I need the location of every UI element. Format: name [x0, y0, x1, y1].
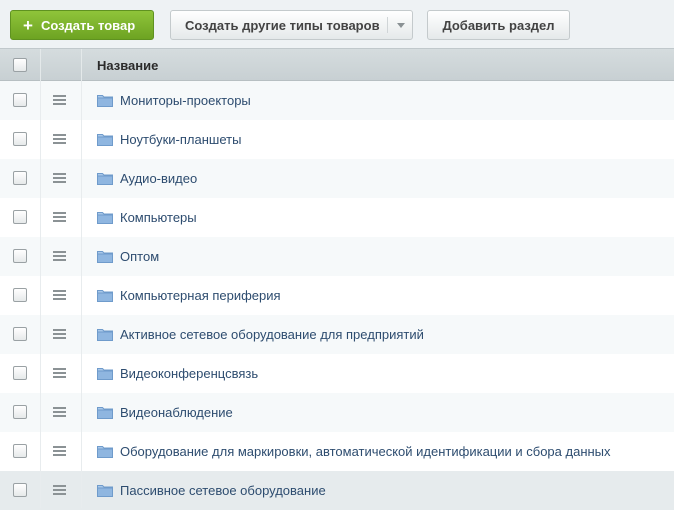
column-divider [40, 81, 41, 508]
drag-handle-icon[interactable] [53, 485, 66, 495]
folder-icon [97, 329, 113, 341]
section-link[interactable]: Оборудование для маркировки, автоматичес… [120, 444, 611, 459]
row-checkbox[interactable] [13, 93, 27, 107]
drag-handle-icon[interactable] [53, 290, 66, 300]
row-checkbox[interactable] [13, 249, 27, 263]
row-checkbox[interactable] [13, 405, 27, 419]
drag-handle-icon[interactable] [53, 173, 66, 183]
section-link[interactable]: Мониторы-проекторы [120, 93, 251, 108]
table-row[interactable]: Компьютерная периферия [0, 276, 674, 315]
column-divider [81, 81, 82, 508]
drag-handle-icon[interactable] [53, 368, 66, 378]
table-row[interactable]: Оптом [0, 237, 674, 276]
create-other-types-label: Создать другие типы товаров [185, 17, 380, 33]
table-row[interactable]: Видеоконференцсвязь [0, 354, 674, 393]
create-product-label: Создать товар [40, 17, 136, 33]
button-divider [387, 17, 388, 33]
section-link[interactable]: Компьютеры [120, 210, 197, 225]
drag-handle-icon[interactable] [53, 212, 66, 222]
drag-handle-icon[interactable] [53, 446, 66, 456]
folder-icon [97, 368, 113, 380]
section-link[interactable]: Оптом [120, 249, 159, 264]
section-link[interactable]: Компьютерная периферия [120, 288, 281, 303]
create-other-types-button[interactable]: Создать другие типы товаров [170, 10, 413, 40]
table-row[interactable]: Оборудование для маркировки, автоматичес… [0, 432, 674, 471]
section-link[interactable]: Ноутбуки-планшеты [120, 132, 241, 147]
table-row[interactable]: Компьютеры [0, 198, 674, 237]
folder-icon [97, 95, 113, 107]
row-checkbox[interactable] [13, 171, 27, 185]
drag-handle-icon[interactable] [53, 251, 66, 261]
add-section-button[interactable]: Добавить раздел [427, 10, 570, 40]
table-row[interactable]: Активное сетевое оборудование для предпр… [0, 315, 674, 354]
column-header-name[interactable]: Название [97, 58, 158, 73]
create-product-button[interactable]: + Создать товар [10, 10, 154, 40]
table-row[interactable]: Пассивное сетевое оборудование [0, 471, 674, 510]
header-divider [40, 49, 41, 82]
drag-handle-icon[interactable] [53, 329, 66, 339]
table-row[interactable]: Аудио-видео [0, 159, 674, 198]
drag-handle-icon[interactable] [53, 95, 66, 105]
folder-icon [97, 251, 113, 263]
section-link[interactable]: Видеоконференцсвязь [120, 366, 258, 381]
section-link[interactable]: Пассивное сетевое оборудование [120, 483, 326, 498]
table-row[interactable]: Мониторы-проекторы [0, 81, 674, 120]
row-checkbox[interactable] [13, 366, 27, 380]
table-row[interactable]: Ноутбуки-планшеты [0, 120, 674, 159]
section-link[interactable]: Видеонаблюдение [120, 405, 233, 420]
folder-icon [97, 173, 113, 185]
toolbar: + Создать товар Создать другие типы това… [0, 0, 674, 48]
section-link[interactable]: Активное сетевое оборудование для предпр… [120, 327, 424, 342]
folder-icon [97, 212, 113, 224]
product-grid: Название Мониторы-проекторы Ноутбуки-план… [0, 48, 674, 510]
chevron-down-icon[interactable] [397, 23, 405, 28]
select-all-checkbox[interactable] [13, 58, 27, 72]
row-checkbox[interactable] [13, 483, 27, 497]
table-row[interactable]: Видеонаблюдение [0, 393, 674, 432]
row-checkbox[interactable] [13, 327, 27, 341]
add-section-label: Добавить раздел [442, 17, 555, 33]
row-checkbox[interactable] [13, 444, 27, 458]
folder-icon [97, 446, 113, 458]
drag-handle-icon[interactable] [53, 134, 66, 144]
section-link[interactable]: Аудио-видео [120, 171, 197, 186]
folder-icon [97, 407, 113, 419]
plus-icon: + [23, 15, 33, 35]
folder-icon [97, 485, 113, 497]
row-checkbox[interactable] [13, 132, 27, 146]
drag-handle-icon[interactable] [53, 407, 66, 417]
header-divider [81, 49, 82, 82]
folder-icon [97, 290, 113, 302]
row-checkbox[interactable] [13, 210, 27, 224]
grid-header: Название [0, 48, 674, 82]
row-checkbox[interactable] [13, 288, 27, 302]
folder-icon [97, 134, 113, 146]
